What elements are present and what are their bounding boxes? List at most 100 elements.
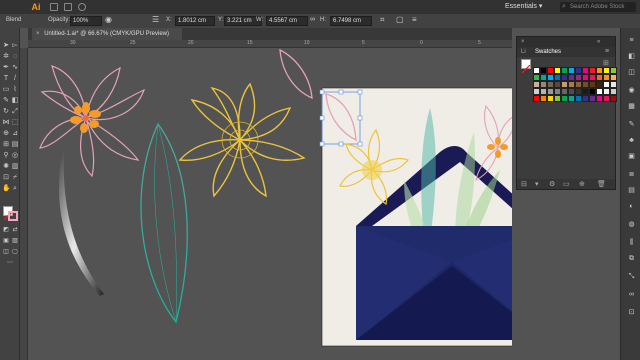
swatch[interactable] [540, 95, 547, 102]
bridge-icon[interactable] [50, 3, 58, 11]
panel-close-icon[interactable]: × [521, 39, 525, 45]
swatch[interactable] [554, 88, 561, 95]
h-field[interactable]: 6.7498 cm [330, 16, 372, 26]
swatch[interactable] [589, 74, 596, 81]
swatch[interactable] [533, 74, 540, 81]
eyedropper-icon[interactable]: ⚲ [2, 152, 10, 160]
properties-icon[interactable]: ≡ [627, 36, 636, 45]
swatch-options-icon[interactable]: ⚙ [549, 180, 555, 188]
transparency-icon[interactable]: ◐ [627, 202, 636, 211]
constrain-proportions-icon[interactable]: ∞ [310, 16, 315, 23]
show-kinds-icon[interactable]: ▾ [535, 180, 539, 188]
swatch[interactable] [540, 81, 547, 88]
delete-swatch-icon[interactable]: 🗑 [597, 180, 606, 188]
swatch[interactable] [547, 95, 554, 102]
layers-icon[interactable]: ◧ [627, 52, 636, 61]
swatch[interactable] [610, 74, 617, 81]
swatch[interactable] [547, 74, 554, 81]
swatch[interactable] [568, 95, 575, 102]
swatch[interactable] [610, 67, 617, 74]
swatch[interactable] [561, 74, 568, 81]
free-transform-icon[interactable]: ⬚ [11, 119, 19, 127]
transform-icon[interactable]: ⤡ [627, 272, 636, 281]
magic-wand-icon[interactable]: ✲ [2, 53, 10, 61]
swatch[interactable] [603, 81, 610, 88]
swatch[interactable] [561, 88, 568, 95]
swatch[interactable] [533, 88, 540, 95]
perspective-icon[interactable]: ⊿ [11, 130, 19, 138]
transform-icon[interactable]: ⌗ [380, 15, 385, 25]
teal-leaf[interactable] [140, 122, 188, 324]
selection-icon[interactable]: ➤ [2, 42, 10, 50]
swatch[interactable] [554, 95, 561, 102]
swatch[interactable] [610, 88, 617, 95]
swatch[interactable] [561, 67, 568, 74]
line-icon[interactable]: / [11, 75, 19, 83]
panel-menu-icon[interactable]: ≡ [412, 15, 417, 24]
rectangle-icon[interactable]: ▭ [2, 86, 10, 94]
w-field[interactable]: 4.5567 cm [266, 16, 308, 26]
swatches-icon[interactable]: ▦ [627, 102, 636, 111]
slice-icon[interactable]: ⌿ [11, 174, 19, 182]
grid-view-icon[interactable]: ⊞ [603, 59, 609, 67]
swatch[interactable] [575, 74, 582, 81]
edit-toolbar-icon[interactable]: ⋯ [6, 259, 14, 267]
swatch[interactable] [603, 95, 610, 102]
isolate-icon[interactable]: ▢ [396, 15, 404, 24]
stem-gradient[interactable] [58, 150, 104, 296]
lasso-icon[interactable]: ◌ [11, 53, 19, 61]
swatch[interactable] [596, 81, 603, 88]
libraries-icon[interactable]: ◫ [627, 68, 636, 77]
swatch[interactable] [554, 74, 561, 81]
align-icon[interactable]: ☰ [152, 15, 159, 24]
swatch[interactable] [575, 81, 582, 88]
swatch[interactable] [582, 88, 589, 95]
pencil-icon[interactable]: ✎ [2, 97, 10, 105]
drawing-mode-icon[interactable]: ◫ [2, 248, 10, 256]
swatch[interactable] [575, 88, 582, 95]
artboards-icon[interactable]: ⊡ [627, 308, 636, 317]
swatch[interactable] [603, 74, 610, 81]
swatch[interactable] [540, 88, 547, 95]
pink-flower[interactable] [39, 65, 146, 178]
graphic-styles-icon[interactable]: ▣ [627, 152, 636, 161]
swatch[interactable] [596, 67, 603, 74]
screen-mode-icon[interactable]: ▢ [11, 248, 19, 256]
canvas-area[interactable] [28, 48, 512, 360]
symbols-icon[interactable]: ♣ [627, 136, 636, 145]
swatch[interactable] [582, 67, 589, 74]
rotate-icon[interactable]: ↻ [2, 108, 10, 116]
swatch[interactable] [610, 81, 617, 88]
mesh-icon[interactable]: ⊞ [2, 141, 10, 149]
pink-petal[interactable] [279, 48, 313, 100]
eraser-icon[interactable]: ◧ [11, 97, 19, 105]
swatch[interactable] [561, 95, 568, 102]
stroke-swatch[interactable] [8, 211, 18, 221]
swatch[interactable] [582, 74, 589, 81]
swatch[interactable] [547, 88, 554, 95]
swatch[interactable] [540, 74, 547, 81]
brushes-icon[interactable]: ✎ [627, 120, 636, 129]
new-color-group-icon[interactable]: ▭ [563, 180, 570, 188]
swatch[interactable] [582, 95, 589, 102]
recolor-icon[interactable]: ◉ [105, 15, 112, 24]
color-icon[interactable]: ◉ [627, 86, 636, 95]
new-swatch-icon[interactable]: ⊕ [579, 180, 585, 188]
gradient-panel-icon[interactable]: ▤ [627, 186, 636, 195]
horizontal-ruler[interactable]: 30 25 20 15 10 5 0 5 [28, 40, 512, 48]
swatch[interactable] [533, 95, 540, 102]
swatch[interactable] [596, 95, 603, 102]
opacity-field[interactable]: 100% [70, 16, 102, 26]
pathfinder-icon[interactable]: ⧉ [627, 254, 636, 263]
swatch[interactable] [589, 81, 596, 88]
swatch[interactable] [547, 81, 554, 88]
swatch[interactable] [575, 67, 582, 74]
swatch[interactable] [554, 81, 561, 88]
scale-icon[interactable]: ⤢ [11, 108, 19, 116]
swatch[interactable] [596, 88, 603, 95]
gradient-mode-icon[interactable]: ▨ [11, 237, 19, 245]
gradient-icon[interactable]: ▤ [11, 141, 19, 149]
swatch[interactable] [589, 88, 596, 95]
document-tab[interactable]: × Untitled-1.ai* @ 66.67% (CMYK/GPU Prev… [32, 28, 182, 40]
active-fill-stroke-icon[interactable] [521, 59, 531, 74]
